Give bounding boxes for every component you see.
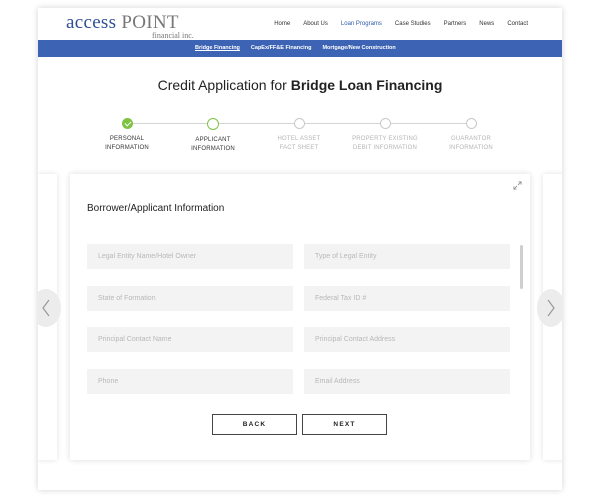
carousel-prev-button[interactable] (38, 289, 61, 327)
chevron-right-icon (547, 299, 555, 317)
step-label-line2: FACT SHEET (279, 145, 319, 151)
nav-item-partners[interactable]: Partners (444, 21, 467, 27)
expand-icon[interactable] (513, 181, 522, 190)
nav-item-about-us[interactable]: About Us (303, 21, 328, 27)
step-applicant-information[interactable]: APPLICANT INFORMATION (168, 118, 258, 154)
step-personal-information[interactable]: PERSONAL INFORMATION (82, 118, 172, 153)
phone-field[interactable]: Phone (87, 369, 293, 394)
step-label-line2: DEBIT INFORMATION (352, 145, 418, 151)
nav-item-case-studies[interactable]: Case Studies (395, 21, 431, 27)
progress-stepper: PERSONAL INFORMATION APPLICANT INFORMATION… (38, 118, 562, 158)
step-label-line2: INFORMATION (191, 146, 235, 152)
page-container: access POINT financial inc. Home About U… (38, 8, 562, 490)
step-label-line1: PROPERTY EXISTING (352, 136, 418, 142)
page-title-bold: Bridge Loan Financing (290, 77, 443, 93)
step-label-line1: GUARANTOR (450, 136, 492, 142)
step-hotel-asset-fact-sheet[interactable]: HOTEL ASSET FACT SHEET (254, 118, 344, 153)
subnav-item-capex-financing[interactable]: CapEx/FF&E Financing (251, 45, 312, 51)
step-guarantor-information[interactable]: GUARANTOR INFORMATION (426, 118, 516, 153)
step-label-line2: INFORMATION (105, 145, 149, 151)
next-button[interactable]: NEXT (302, 414, 387, 435)
form-scrollbar[interactable] (520, 245, 523, 289)
logo[interactable]: access POINT financial inc. (66, 12, 194, 40)
principal-contact-name-field[interactable]: Principal Contact Name (87, 327, 293, 352)
logo-subtitle: financial inc. (152, 31, 194, 40)
step-label-line2: INFORMATION (449, 145, 493, 151)
check-icon (121, 118, 133, 129)
state-of-formation-field[interactable]: State of Formation (87, 286, 293, 311)
applicant-form-card: Borrower/Applicant Information Legal Ent… (70, 174, 530, 460)
step-property-existing-debit-information[interactable]: PROPERTY EXISTING DEBIT INFORMATION (340, 118, 430, 153)
chevron-left-icon (42, 299, 50, 317)
main-nav: Home About Us Loan Programs Case Studies… (274, 21, 528, 27)
nav-item-news[interactable]: News (479, 21, 494, 27)
page-title: Credit Application for Bridge Loan Finan… (38, 77, 562, 93)
sub-nav-bar: Bridge Financing CapEx/FF&E Financing Mo… (38, 40, 562, 57)
federal-tax-id-field[interactable]: Federal Tax ID # (304, 286, 510, 311)
nav-item-loan-programs[interactable]: Loan Programs (341, 21, 382, 27)
form-section-heading: Borrower/Applicant Information (87, 203, 225, 214)
nav-item-home[interactable]: Home (274, 21, 290, 27)
logo-text-point: POINT (121, 12, 179, 33)
step-current-marker (207, 118, 219, 130)
legal-entity-name-field[interactable]: Legal Entity Name/Hotel Owner (87, 244, 293, 269)
subnav-item-mortgage-new-construction[interactable]: Mortgage/New Construction (322, 45, 395, 51)
step-label-line1: PERSONAL (109, 136, 145, 142)
email-field[interactable]: Email Address (304, 369, 510, 394)
nav-item-contact[interactable]: Contact (507, 21, 528, 27)
principal-contact-address-field[interactable]: Principal Contact Address (304, 327, 510, 352)
legal-entity-type-field[interactable]: Type of Legal Entity (304, 244, 510, 269)
subnav-item-bridge-financing[interactable]: Bridge Financing (195, 45, 240, 51)
logo-text-access: access (66, 12, 117, 33)
step-marker (379, 118, 391, 129)
back-button[interactable]: BACK (212, 414, 297, 435)
step-marker (465, 118, 477, 129)
page-title-prefix: Credit Application for (157, 77, 291, 93)
step-marker (293, 118, 305, 129)
site-header: access POINT financial inc. Home About U… (38, 8, 562, 40)
carousel-next-button[interactable] (537, 289, 562, 327)
step-label-line1: APPLICANT (195, 137, 231, 143)
step-label-line1: HOTEL ASSET (277, 136, 321, 142)
